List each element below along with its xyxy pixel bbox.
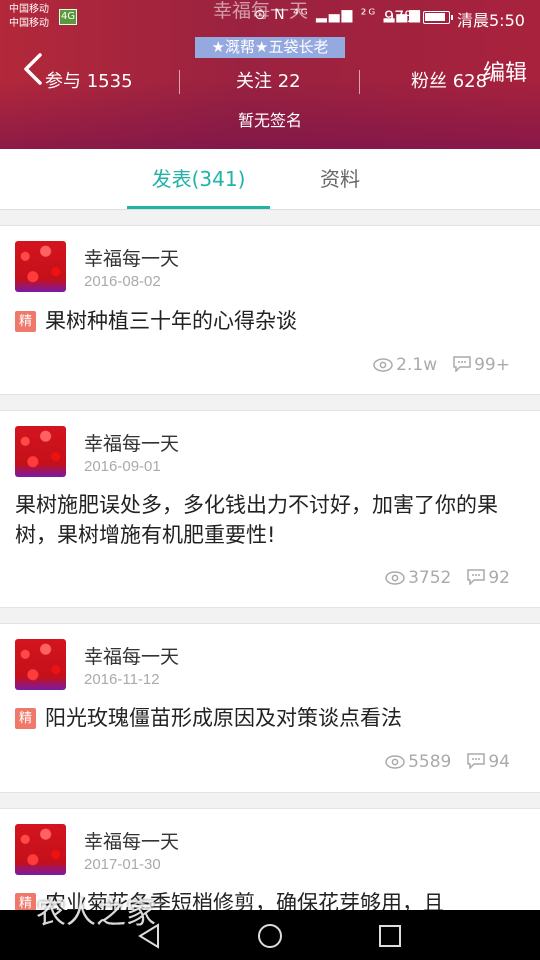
post-meta: 5589 94 (385, 752, 510, 772)
view-count: 5589 (408, 752, 452, 772)
battery-percent: 97% (384, 7, 420, 26)
post-date: 2017-01-30 (84, 856, 161, 873)
post-title: 果树种植三十年的心得杂谈 (45, 309, 297, 333)
battery-icon (423, 11, 453, 24)
status-bar: 中国移动 中国移动 4G 幸福每一天 ⊙ N ⁴ᴳ ▂▄▆ ²ᴳ ▂▄▆ 97%… (0, 0, 540, 36)
post-meta: 2.1w 99+ (373, 355, 510, 375)
carrier-label-1: 中国移动 (9, 4, 49, 15)
comment-icon (467, 569, 486, 585)
eye-icon (385, 571, 405, 585)
network-badge-icon: 4G (59, 9, 77, 25)
post-date: 2016-08-02 (84, 273, 161, 290)
profile-tabs: 发表(341) 资料 (0, 149, 540, 210)
essence-badge: 精 (15, 893, 36, 910)
post-author: 幸福每一天 (84, 831, 180, 853)
essence-badge: 精 (15, 311, 36, 332)
carrier-info: 中国移动 中国移动 (9, 3, 49, 31)
square-recents-icon (379, 925, 401, 947)
circle-home-icon (258, 924, 282, 948)
profile-stats: 参与 1535 关注 22 粉丝 628 (0, 68, 540, 96)
clock: 清晨5:50 (457, 11, 525, 30)
stat-divider (359, 70, 360, 94)
post-author: 幸福每一天 (84, 433, 180, 455)
post-title-row[interactable]: 精阳光玫瑰僵苗形成原因及对策谈点看法 (15, 703, 525, 733)
post-card[interactable]: 幸福每一天 2016-08-02 精果树种植三十年的心得杂谈 2.1w 99+ (0, 225, 540, 395)
tab-profile-info[interactable]: 资料 (290, 149, 390, 210)
post-title: 果树施肥误处多，多化钱出力不讨好，加害了你的果树，果树增施有机肥重要性! (15, 493, 498, 547)
post-date: 2016-11-12 (84, 671, 160, 688)
stat-followers[interactable]: 粉丝 628 (411, 68, 487, 96)
carrier-label-2: 中国移动 (9, 18, 49, 29)
post-title: 阳光玫瑰僵苗形成原因及对策谈点看法 (45, 706, 402, 730)
avatar[interactable] (15, 639, 66, 690)
tab-posts[interactable]: 发表(341) (127, 149, 270, 210)
post-author: 幸福每一天 (84, 646, 180, 668)
eye-icon (385, 755, 405, 769)
nav-home-button[interactable] (256, 922, 284, 950)
post-list: 幸福每一天 2016-08-02 精果树种植三十年的心得杂谈 2.1w 99+ 幸… (0, 210, 540, 910)
eye-icon (373, 358, 393, 372)
stat-following[interactable]: 关注 22 (236, 68, 301, 96)
comment-count: 99+ (474, 355, 510, 375)
post-author: 幸福每一天 (84, 248, 180, 270)
post-meta: 3752 92 (385, 568, 510, 588)
view-count: 2.1w (396, 355, 438, 375)
essence-badge: 精 (15, 708, 36, 729)
avatar[interactable] (15, 426, 66, 477)
comment-count: 94 (488, 752, 510, 772)
view-count: 3752 (408, 568, 452, 588)
nav-recents-button[interactable] (376, 922, 404, 950)
profile-header: 中国移动 中国移动 4G 幸福每一天 ⊙ N ⁴ᴳ ▂▄▆ ²ᴳ ▂▄▆ 97%… (0, 0, 540, 149)
stat-divider (179, 70, 180, 94)
post-title-row[interactable]: 精果树种植三十年的心得杂谈 (15, 306, 525, 336)
avatar[interactable] (15, 241, 66, 292)
post-card[interactable]: 幸福每一天 2016-09-01 果树施肥误处多，多化钱出力不讨好，加害了你的果… (0, 410, 540, 608)
comment-count: 92 (488, 568, 510, 588)
user-signature: 暂无签名 (237, 111, 302, 130)
post-title-row[interactable]: 果树施肥误处多，多化钱出力不讨好，加害了你的果树，果树增施有机肥重要性! (15, 490, 525, 550)
comment-icon (467, 753, 486, 769)
comment-icon (453, 356, 471, 372)
watermark-logo: 农人之家 (36, 896, 156, 931)
stat-participation[interactable]: 参与 1535 (45, 68, 133, 96)
rank-badge: ★溉帮★五袋长老 (195, 37, 345, 58)
post-date: 2016-09-01 (84, 458, 161, 475)
post-card[interactable]: 幸福每一天 2016-11-12 精阳光玫瑰僵苗形成原因及对策谈点看法 5589… (0, 623, 540, 793)
tab-active-indicator (127, 206, 270, 209)
avatar[interactable] (15, 824, 66, 875)
